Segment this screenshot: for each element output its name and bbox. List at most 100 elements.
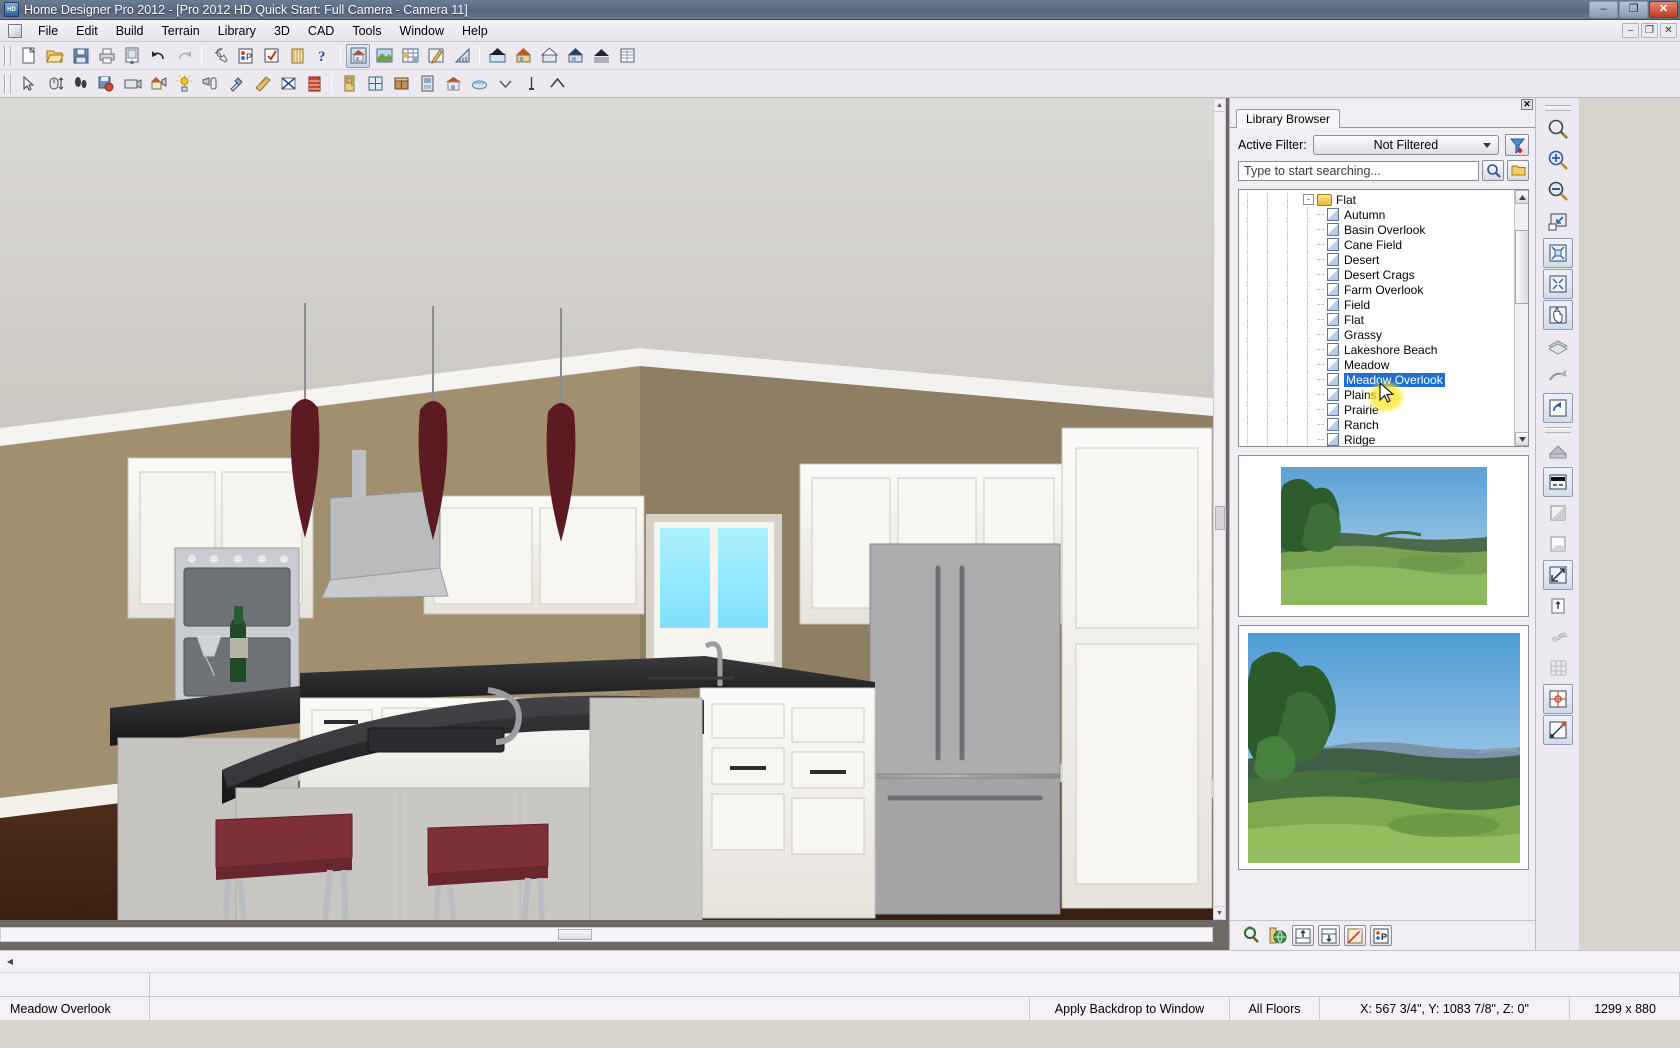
scroll-left-icon[interactable]: ◀ bbox=[3, 955, 17, 969]
mouse-orbit-icon[interactable] bbox=[42, 72, 66, 96]
zoom-previous-icon[interactable] bbox=[1543, 269, 1573, 299]
panel-top-icon[interactable] bbox=[1292, 925, 1314, 946]
select-arrow-icon[interactable] bbox=[16, 72, 40, 96]
roof-solid-icon[interactable] bbox=[485, 44, 509, 68]
wall-define-icon[interactable] bbox=[1543, 467, 1573, 497]
save-icon[interactable] bbox=[68, 44, 92, 68]
menu-item-terrain[interactable]: Terrain bbox=[153, 21, 209, 41]
active-filter-select[interactable]: Not Filtered bbox=[1313, 135, 1499, 155]
document-horizontal-scrollbar[interactable] bbox=[0, 927, 1213, 942]
menu-item-library[interactable]: Library bbox=[209, 21, 265, 41]
refresh-view-icon[interactable] bbox=[1543, 393, 1573, 423]
open-folder-icon[interactable] bbox=[1507, 160, 1529, 181]
search-input[interactable]: Type to start searching... bbox=[1238, 161, 1479, 181]
roof-gable-icon[interactable] bbox=[1543, 436, 1573, 466]
layers-icon[interactable] bbox=[1543, 331, 1573, 361]
scrollbar-thumb[interactable] bbox=[1515, 230, 1529, 304]
elevation-region-icon[interactable] bbox=[1543, 529, 1573, 559]
tree-item-lakeshore-beach[interactable]: Lakeshore Beach bbox=[1239, 342, 1514, 357]
preferences-wrench-icon[interactable] bbox=[207, 44, 231, 68]
fill-window-icon[interactable] bbox=[1543, 207, 1573, 237]
cross-section-icon[interactable] bbox=[398, 44, 422, 68]
up-one-floor-icon[interactable] bbox=[1543, 591, 1573, 621]
no-material-icon[interactable] bbox=[276, 72, 300, 96]
redo-icon[interactable] bbox=[172, 44, 196, 68]
tree-expander-icon[interactable]: - bbox=[1303, 194, 1314, 205]
shadow-icon[interactable] bbox=[1543, 498, 1573, 528]
menu-item-window[interactable]: Window bbox=[391, 21, 453, 41]
tree-item-desert-crags[interactable]: Desert Crags bbox=[1239, 267, 1514, 282]
close-button[interactable]: ✕ bbox=[1649, 1, 1678, 18]
house-camera-icon[interactable] bbox=[146, 72, 170, 96]
house-roof-icon[interactable] bbox=[441, 72, 465, 96]
library-globe-icon[interactable] bbox=[1266, 925, 1288, 946]
tree-item-grassy[interactable]: Grassy bbox=[1239, 327, 1514, 342]
appliance-icon[interactable] bbox=[415, 72, 439, 96]
house-blue-icon[interactable] bbox=[563, 44, 587, 68]
zoom-tool-icon[interactable] bbox=[1543, 114, 1573, 144]
search-library-icon[interactable] bbox=[1240, 925, 1262, 946]
mdi-minimize-button[interactable]: – bbox=[1622, 23, 1639, 38]
tree-root-flat[interactable]: - Flat bbox=[1239, 192, 1514, 207]
roof-shingle-icon[interactable] bbox=[589, 44, 613, 68]
angle-snap-icon[interactable] bbox=[1543, 715, 1573, 745]
materials-list-icon[interactable]: P bbox=[1370, 925, 1392, 946]
eyedropper-icon[interactable] bbox=[224, 72, 248, 96]
document-icon[interactable] bbox=[8, 24, 22, 38]
pillar-icon[interactable] bbox=[519, 72, 543, 96]
undo-zoom-icon[interactable] bbox=[1543, 362, 1573, 392]
menu-item-edit[interactable]: Edit bbox=[67, 21, 107, 41]
window-icon[interactable] bbox=[363, 72, 387, 96]
menu-item-build[interactable]: Build bbox=[107, 21, 153, 41]
new-file-icon[interactable] bbox=[16, 44, 40, 68]
vtoolbar-grip-2[interactable] bbox=[1545, 427, 1571, 433]
tree-item-flat[interactable]: Flat bbox=[1239, 312, 1514, 327]
mdi-restore-button[interactable]: ❐ bbox=[1641, 23, 1658, 38]
ruler-triangle-icon[interactable] bbox=[450, 44, 474, 68]
tree-item-meadow[interactable]: Meadow bbox=[1239, 357, 1514, 372]
panel-diagonal-icon[interactable] bbox=[1344, 925, 1366, 946]
roof-peak-icon[interactable] bbox=[545, 72, 569, 96]
panel-bottom-icon[interactable] bbox=[1318, 925, 1340, 946]
select-check-icon[interactable] bbox=[259, 44, 283, 68]
material-paint-icon[interactable] bbox=[250, 72, 274, 96]
menu-item-file[interactable]: File bbox=[29, 21, 67, 41]
tree-item-prairie[interactable]: Prairie bbox=[1239, 402, 1514, 417]
grid-icon[interactable] bbox=[1543, 653, 1573, 683]
vtoolbar-grip[interactable] bbox=[1545, 105, 1571, 111]
zoom-in-icon[interactable] bbox=[1543, 145, 1573, 175]
tree-item-plains[interactable]: Plains bbox=[1239, 387, 1514, 402]
pan-hand-icon[interactable] bbox=[1543, 300, 1573, 330]
3d-kitchen-render[interactable] bbox=[0, 98, 1213, 920]
toolbar-grip[interactable] bbox=[4, 46, 11, 66]
menu-item-cad[interactable]: CAD bbox=[299, 21, 343, 41]
undo-icon[interactable] bbox=[146, 44, 170, 68]
menu-item-tools[interactable]: Tools bbox=[343, 21, 390, 41]
crosshair-snap-icon[interactable] bbox=[1543, 684, 1573, 714]
roof-outline-icon[interactable] bbox=[537, 44, 561, 68]
library-tree-scrollbar[interactable] bbox=[1514, 190, 1528, 446]
scroll-down-icon[interactable] bbox=[1515, 432, 1529, 446]
tree-item-basin-overlook[interactable]: Basin Overlook bbox=[1239, 222, 1514, 237]
toolbar-grip-2[interactable] bbox=[4, 74, 11, 94]
tree-item-cane-field[interactable]: Cane Field bbox=[1239, 237, 1514, 252]
print-preview-icon[interactable] bbox=[120, 44, 144, 68]
save-camera-icon[interactable] bbox=[94, 72, 118, 96]
add-filter-funnel-icon[interactable] bbox=[1505, 134, 1529, 156]
door-icon[interactable] bbox=[337, 72, 361, 96]
chevron-down-icon[interactable] bbox=[493, 72, 517, 96]
tab-library-browser[interactable]: Library Browser bbox=[1236, 109, 1340, 128]
wall-elevation-icon[interactable] bbox=[615, 44, 639, 68]
sound-icon[interactable] bbox=[1543, 622, 1573, 652]
library-tree[interactable]: - Flat Autumn Basin Overlook bbox=[1238, 189, 1529, 447]
terrain-view-icon[interactable] bbox=[372, 44, 396, 68]
3d-house-view-icon[interactable] bbox=[346, 44, 370, 68]
window-horizontal-scrollbar[interactable]: ◀ bbox=[0, 950, 1680, 972]
tree-item-field[interactable]: Field bbox=[1239, 297, 1514, 312]
print-icon[interactable] bbox=[94, 44, 118, 68]
minimize-button[interactable]: – bbox=[1589, 1, 1618, 18]
menu-item-help[interactable]: Help bbox=[453, 21, 497, 41]
tree-item-autumn[interactable]: Autumn bbox=[1239, 207, 1514, 222]
tree-item-ridge[interactable]: Ridge bbox=[1239, 432, 1514, 447]
tree-item-farm-overlook[interactable]: Farm Overlook bbox=[1239, 282, 1514, 297]
